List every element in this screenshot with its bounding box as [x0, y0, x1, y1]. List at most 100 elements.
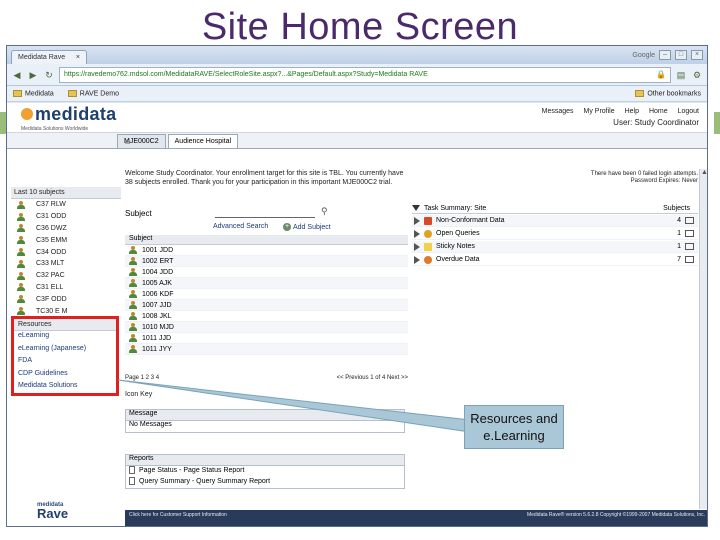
home-icon[interactable]: ⌂	[125, 136, 137, 146]
vertical-scrollbar[interactable]: ▲	[699, 169, 707, 509]
login-attempts-note: There have been 0 failed login attempts.…	[590, 171, 698, 184]
tab-title: Medidata Rave	[18, 54, 66, 61]
person-icon	[129, 301, 138, 309]
pager-nav[interactable]: << Previous 1 of 4 Next >>	[337, 375, 408, 381]
person-icon	[129, 312, 138, 320]
rave-page: medidata Medidata Solutions Worldwide Me…	[7, 103, 707, 526]
person-icon	[17, 295, 26, 304]
subject-search-input[interactable]	[215, 209, 315, 218]
icon-key-link[interactable]: Icon Key	[125, 391, 152, 398]
table-row[interactable]: 1005 AJK	[125, 278, 408, 289]
pager-pages[interactable]: Page 1 2 3 4	[125, 375, 159, 381]
subject-table-header: Subject	[125, 235, 408, 245]
callout-box: Resources and e.Learning	[464, 405, 564, 449]
forward-icon[interactable]: ▶	[27, 69, 39, 81]
add-subject-button[interactable]: + Add Subject	[283, 223, 331, 231]
table-row[interactable]: 1001 JDD	[125, 245, 408, 256]
table-row[interactable]: 1008 JKL	[125, 311, 408, 322]
task-row-overdue-data[interactable]: Overdue Data 7	[412, 254, 698, 266]
maximize-icon[interactable]: □	[675, 50, 687, 60]
logout-link[interactable]: Logout	[678, 108, 699, 115]
expand-icon	[414, 255, 420, 264]
resource-link-fda[interactable]: FDA	[14, 356, 116, 369]
sidebar-subject[interactable]: C31 ODD	[11, 211, 121, 223]
advanced-search-link[interactable]: Advanced Search	[213, 223, 268, 230]
sidebar-subject[interactable]: C34 ODD	[11, 246, 121, 258]
report-link-page-status[interactable]: Page Status - Page Status Report	[126, 466, 404, 477]
window-controls: Google – □ ×	[632, 50, 707, 60]
browser-window: Medidata Rave × Google – □ × ◀ ▶ ↻ https…	[6, 45, 708, 527]
close-tab-icon[interactable]: ×	[76, 54, 80, 61]
open-window-icon[interactable]	[685, 243, 694, 250]
back-icon[interactable]: ◀	[11, 69, 23, 81]
task-row-sticky-notes[interactable]: Sticky Notes 1	[412, 241, 698, 253]
folder-icon	[635, 89, 645, 97]
table-row[interactable]: 1011 JJD	[125, 333, 408, 344]
logo-mark-icon	[21, 108, 33, 120]
other-bookmarks[interactable]: Other bookmarks	[635, 89, 701, 97]
task-summary-header[interactable]: Task Summary: Site Subjects	[412, 203, 698, 214]
sidebar-subject[interactable]: C37 RLW	[11, 199, 121, 211]
rave-navtabs: MJE000C2 Audience Hospital	[7, 133, 707, 149]
document-icon	[129, 477, 135, 485]
address-bar: ◀ ▶ ↻ https://ravedemo762.mdsol.com/Medi…	[7, 64, 707, 86]
folder-icon	[13, 89, 22, 97]
decoration-right	[714, 112, 720, 134]
last-subjects-list: C37 RLW C31 ODD C36 DWZ C35 EMM C34 ODD …	[11, 199, 121, 317]
resource-link-medidata-solutions[interactable]: Medidata Solutions	[14, 381, 116, 394]
wrench-icon[interactable]: ⚙	[691, 69, 703, 81]
table-row[interactable]: 1011 JYY	[125, 344, 408, 355]
table-row[interactable]: 1002 ERT	[125, 256, 408, 267]
person-icon	[129, 257, 138, 265]
resource-link-elearning-japanese[interactable]: eLearning (Japanese)	[14, 344, 116, 357]
scroll-up-icon[interactable]: ▲	[700, 169, 707, 179]
report-link-query-summary[interactable]: Query Summary - Query Summary Report	[126, 477, 404, 488]
resource-link-elearning[interactable]: eLearning	[14, 331, 116, 344]
close-window-icon[interactable]: ×	[691, 50, 703, 60]
page-menu-icon[interactable]: ▤	[675, 69, 687, 81]
tab-site[interactable]: Audience Hospital	[167, 134, 239, 148]
open-window-icon[interactable]	[685, 230, 694, 237]
bookmark-rave-demo[interactable]: RAVE Demo	[67, 89, 119, 97]
messages-link[interactable]: Messages	[542, 108, 574, 115]
table-row[interactable]: 1010 MJD	[125, 322, 408, 333]
help-link[interactable]: Help	[625, 108, 639, 115]
sidebar-subject[interactable]: C31 ELL	[11, 282, 121, 294]
google-label: Google	[632, 51, 655, 59]
task-row-non-conformant[interactable]: Non-Conformant Data 4	[412, 215, 698, 227]
welcome-message: Welcome Study Coordinator. Your enrollme…	[125, 170, 404, 186]
resource-link-cdp-guidelines[interactable]: CDP Guidelines	[14, 369, 116, 382]
header-right: Messages My Profile Help Home Logout Use…	[534, 108, 707, 127]
sidebar-subject[interactable]: C3F ODD	[11, 293, 121, 305]
table-row[interactable]: 1007 JJD	[125, 300, 408, 311]
task-row-open-queries[interactable]: Open Queries 1	[412, 228, 698, 240]
sidebar-subject[interactable]: C36 DWZ	[11, 223, 121, 235]
url-input[interactable]: https://ravedemo762.mdsol.com/MedidataRA…	[59, 66, 671, 83]
url-text: https://ravedemo762.mdsol.com/MedidataRA…	[64, 71, 428, 78]
reload-icon[interactable]: ↻	[43, 69, 55, 81]
sidebar-subject[interactable]: C35 EMM	[11, 234, 121, 246]
my-profile-link[interactable]: My Profile	[584, 108, 615, 115]
person-icon	[129, 323, 138, 331]
browser-tab[interactable]: Medidata Rave ×	[11, 50, 87, 64]
lock-icon: 🔒	[656, 70, 666, 79]
open-window-icon[interactable]	[685, 256, 694, 263]
bookmark-medidata[interactable]: Medidata	[13, 89, 54, 97]
open-window-icon[interactable]	[685, 217, 694, 224]
table-row[interactable]: 1004 JDD	[125, 267, 408, 278]
support-link[interactable]: Click here for Customer Support Informat…	[129, 512, 227, 526]
last-subjects-heading: Last 10 subjects	[11, 187, 121, 199]
user-label: User: Study Coordinator	[613, 118, 699, 127]
query-icon	[424, 229, 432, 238]
person-icon	[129, 290, 138, 298]
table-row[interactable]: 1006 KDF	[125, 289, 408, 300]
home-link[interactable]: Home	[649, 108, 668, 115]
minimize-icon[interactable]: –	[659, 50, 671, 60]
person-icon	[129, 345, 138, 353]
folder-icon	[67, 89, 77, 97]
person-icon	[17, 283, 26, 292]
search-icon[interactable]: ⚲	[321, 206, 328, 217]
sidebar-subject[interactable]: C33 MLT	[11, 258, 121, 270]
sidebar-subject[interactable]: C32 PAC	[11, 270, 121, 282]
person-icon	[17, 200, 26, 209]
